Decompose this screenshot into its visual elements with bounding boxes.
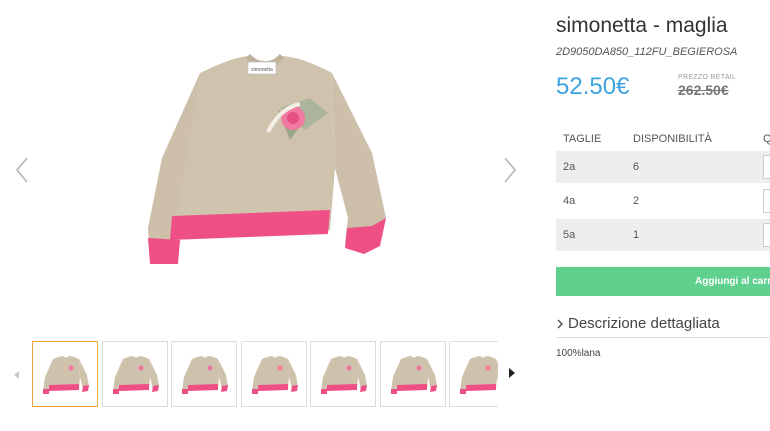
sweater-thumbnail-icon [112, 356, 159, 394]
chevron-right-icon [504, 157, 517, 183]
quantity-input[interactable] [763, 155, 770, 179]
thumbnail-strip [32, 340, 498, 408]
thumbnail[interactable] [240, 341, 307, 407]
gallery-next-arrow[interactable] [498, 155, 520, 185]
thumbnail[interactable] [171, 341, 237, 407]
header-quantity: Q [763, 133, 770, 145]
thumbnail[interactable] [101, 341, 168, 407]
table-row: 2a 6 [556, 151, 770, 183]
availability-cell: 2 [633, 195, 640, 207]
quantity-input[interactable] [763, 189, 770, 213]
add-to-cart-button[interactable]: Aggiungi al carrello [556, 267, 770, 296]
retail-price: 262.50€ [678, 82, 729, 98]
table-row: 5a 1 [556, 219, 770, 251]
product-main-image[interactable]: simonetta [140, 38, 390, 278]
thumbnail[interactable] [449, 341, 498, 407]
size-cell: 5a [563, 229, 576, 241]
thumbnail[interactable] [310, 341, 376, 407]
sweater-thumbnail-icon [251, 356, 298, 394]
description-toggle[interactable]: Descrizione dettagliata [556, 314, 770, 338]
size-cell: 2a [563, 161, 576, 173]
thumbnail[interactable] [32, 341, 98, 407]
sweater-thumbnail-icon [390, 356, 437, 394]
availability-cell: 1 [633, 229, 640, 241]
size-cell: 4a [563, 195, 576, 207]
sweater-thumbnail-icon [43, 356, 89, 394]
description-toggle-label: Descrizione dettagliata [568, 315, 720, 332]
product-title: simonetta - maglia [556, 14, 728, 37]
header-sizes: TAGLIE [563, 133, 602, 145]
sweater-thumbnail-icon [182, 356, 228, 394]
retail-price-label: PREZZO RETAIL [678, 74, 737, 81]
thumbnail[interactable] [379, 341, 446, 407]
thumbs-prev-icon[interactable] [13, 367, 21, 379]
quantity-input[interactable] [763, 223, 770, 247]
description-text: 100%lana [556, 348, 601, 359]
thumbs-next-icon[interactable] [508, 366, 516, 378]
sweater-thumbnail-icon [321, 356, 367, 394]
availability-cell: 6 [633, 161, 640, 173]
sweater-thumbnail-icon [460, 356, 498, 394]
table-row: 4a 2 [556, 185, 770, 217]
sweater-image: simonetta [148, 53, 386, 264]
gallery-prev-arrow[interactable] [12, 155, 34, 185]
chevron-left-icon [15, 157, 28, 183]
product-sku: 2D9050DA850_112FU_BEGIEROSA [556, 46, 738, 58]
svg-text:simonetta: simonetta [251, 67, 273, 73]
chevron-right-icon [557, 319, 563, 329]
add-to-cart-label: Aggiungi al carrello [695, 276, 770, 287]
header-availability: DISPONIBILITÀ [633, 133, 712, 145]
product-price: 52.50€ [556, 73, 630, 100]
